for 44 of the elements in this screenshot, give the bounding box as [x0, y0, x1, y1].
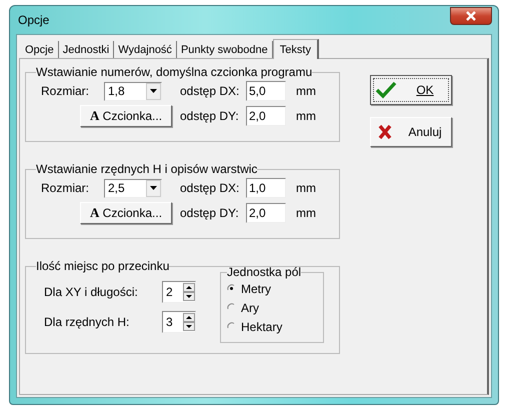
field-label: Rozmiar:	[40, 84, 90, 98]
radio-option[interactable]: Metry	[227, 279, 313, 298]
spin-field[interactable]: 3	[162, 311, 196, 333]
group-title: Wstawianie rzędnych H i opisów warstwic	[36, 162, 258, 176]
radio-option[interactable]: Hektary	[227, 317, 313, 336]
spin-arrows-icon[interactable]	[183, 313, 195, 331]
radio-icon[interactable]	[227, 303, 236, 312]
group-title: Wstawianie numerów, domyślna czcionka programu	[36, 65, 312, 79]
field-label: Rozmiar:	[40, 181, 90, 195]
close-icon[interactable]	[464, 10, 478, 22]
group-title: Jednostka pól	[227, 265, 302, 279]
size-dropdown[interactable]: 2,5	[104, 178, 162, 198]
field-label: Dla rzędnych H:	[43, 315, 130, 329]
font-button[interactable]: A Czcionka...	[80, 105, 172, 127]
field-label: Dla XY i długości:	[43, 285, 139, 299]
tab[interactable]: Opcje	[21, 41, 59, 58]
spin-field[interactable]: 2	[162, 281, 196, 303]
spin-arrows-icon[interactable]	[183, 283, 195, 301]
tab[interactable]: Teksty	[272, 39, 319, 59]
radio-icon[interactable]	[227, 284, 236, 293]
tab[interactable]: Jednostki	[58, 41, 114, 58]
cancel-button[interactable]: Anuluj	[370, 117, 452, 147]
unit-label: mm	[295, 206, 317, 220]
input-field[interactable]: 5,0	[246, 81, 286, 101]
unit-label: mm	[295, 109, 317, 123]
input-field[interactable]: 2,0	[246, 203, 286, 223]
radio-option[interactable]: Ary	[227, 298, 313, 317]
input-field[interactable]: 2,0	[246, 106, 286, 126]
checkmark-icon	[375, 81, 397, 99]
unit-label: mm	[295, 84, 317, 98]
font-button[interactable]: A Czcionka...	[80, 202, 172, 224]
close-button[interactable]	[450, 7, 492, 25]
input-field[interactable]: 1,0	[246, 178, 286, 198]
radio-icon[interactable]	[227, 322, 236, 331]
window-title: Opcje	[17, 13, 50, 27]
field-label: odstęp DY:	[179, 109, 240, 123]
field-label: odstęp DY:	[179, 206, 240, 220]
ok-button[interactable]: OK	[370, 75, 452, 105]
group-title: Ilość miejsc po przecinku	[36, 259, 170, 273]
field-label: odstęp DX:	[179, 84, 240, 98]
unit-label: mm	[295, 181, 317, 195]
tab[interactable]: Wydajność	[114, 41, 177, 58]
field-label: odstęp DX:	[179, 181, 240, 195]
size-dropdown[interactable]: 1,8	[104, 82, 162, 100]
